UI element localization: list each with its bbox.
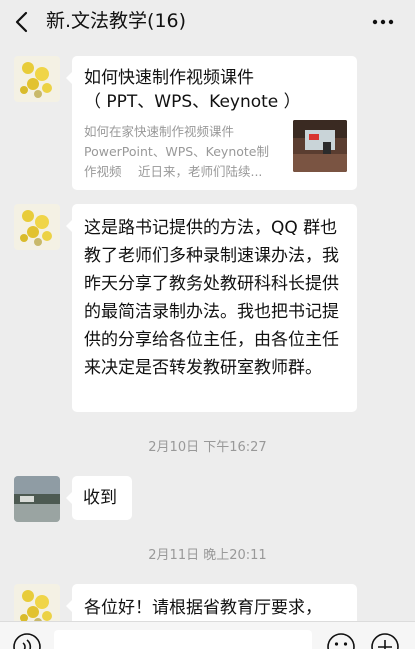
chat-title: 新.文法教学(16): [46, 10, 187, 32]
text-message[interactable]: 这是路书记提供的方法，QQ 群也教了老师们多种录制速课办法，我昨天分享了教务处教…: [66, 204, 357, 412]
message-timestamp: 2月11日 晚上20:11: [148, 548, 267, 563]
text-message[interactable]: 收到: [66, 476, 132, 520]
avatar-flowers[interactable]: [14, 56, 60, 102]
link-card-description: 如何在家快速制作视频课件 PowerPoint、WPS、Keynote制 作视频…: [84, 124, 269, 179]
link-card-message[interactable]: 如何快速制作视频课件 （ PPT、WPS、Keynote ） 如何在家快速制作视…: [66, 56, 357, 190]
more-dots-icon[interactable]: [371, 10, 395, 34]
voice-icon[interactable]: [12, 632, 42, 649]
avatar-landscape[interactable]: [14, 476, 60, 522]
message-input[interactable]: [54, 630, 312, 649]
plus-icon[interactable]: [370, 632, 400, 649]
avatar-flowers[interactable]: [14, 204, 60, 250]
link-card-thumbnail: [293, 120, 347, 172]
chat-header: 新.文法教学(16): [0, 0, 415, 44]
emoji-icon[interactable]: [326, 632, 356, 649]
input-toolbar: [0, 621, 415, 649]
chevron-left-icon[interactable]: [10, 8, 34, 36]
message-timestamp: 2月10日 下午16:27: [148, 440, 267, 455]
link-card-title: 如何快速制作视频课件 （ PPT、WPS、Keynote ）: [84, 68, 301, 112]
